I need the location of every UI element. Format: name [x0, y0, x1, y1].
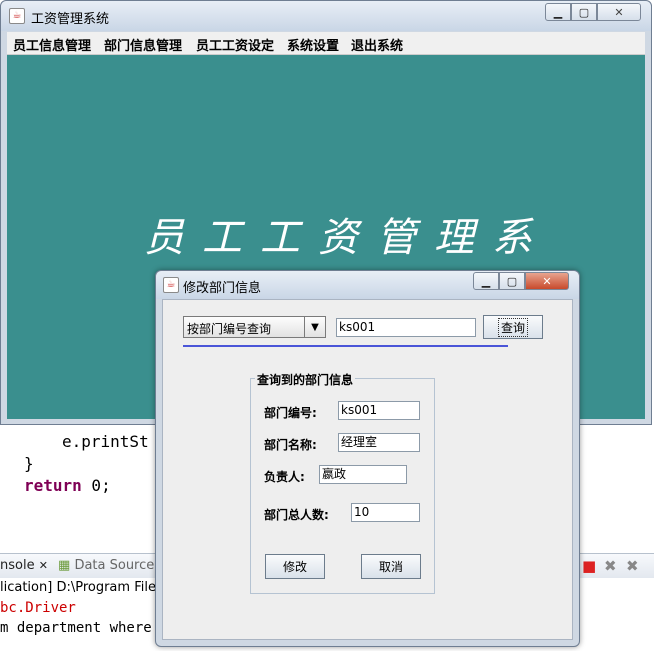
main-titlebar[interactable]: ☕ 工资管理系统 ▁ ▢ ✕: [1, 1, 651, 31]
chevron-down-icon[interactable]: ▼: [304, 317, 325, 337]
window-controls: ▁ ▢ ✕: [545, 3, 641, 21]
menu-salary-setting[interactable]: 员工工资设定: [196, 35, 274, 54]
tab-data-source[interactable]: ▦ Data Source: [58, 558, 154, 573]
java-icon: ☕: [9, 8, 25, 24]
tab-console[interactable]: nsole ✕: [0, 558, 48, 573]
total-staff-label: 部门总人数:: [264, 508, 329, 522]
dept-name-label: 部门名称:: [264, 438, 317, 452]
menu-system-settings[interactable]: 系统设置: [287, 35, 339, 54]
minimize-icon: ▁: [481, 274, 491, 288]
maximize-button[interactable]: ▢: [499, 272, 525, 290]
remove-launch-icon[interactable]: ✖: [604, 557, 617, 575]
manager-field[interactable]: 嬴政: [319, 465, 407, 484]
dept-id-label: 部门编号:: [264, 406, 317, 420]
total-staff-field[interactable]: 10: [351, 503, 420, 522]
dialog-title: 修改部门信息: [183, 281, 262, 296]
minimize-button[interactable]: ▁: [473, 272, 499, 290]
search-mode-value: 按部门编号查询: [187, 322, 272, 336]
close-icon: ✕: [542, 274, 552, 288]
console-line: bc.Driver: [0, 600, 76, 616]
close-button[interactable]: ✕: [597, 3, 641, 21]
minimize-button[interactable]: ▁: [545, 3, 571, 21]
menu-exit[interactable]: 退出系统: [351, 35, 403, 54]
department-info-group: 查询到的部门信息 部门编号: ks001 部门名称: 经理室 负责人: 嬴政 部…: [250, 371, 435, 594]
console-line: m department where: [0, 620, 152, 636]
code-line: return 0;: [24, 476, 111, 495]
console-line: lication] D:\Program Files\: [0, 580, 168, 595]
dialog-content: 按部门编号查询 ▼ ks001 查询 查询到的部门信息 部门编号: ks001 …: [162, 299, 573, 640]
remove-all-icon[interactable]: ✖: [626, 557, 639, 575]
search-mode-select[interactable]: 按部门编号查询 ▼: [183, 316, 326, 338]
maximize-button[interactable]: ▢: [571, 3, 597, 21]
menu-department-info[interactable]: 部门信息管理: [104, 35, 182, 54]
dept-id-field[interactable]: ks001: [338, 401, 420, 420]
close-button[interactable]: ✕: [525, 272, 569, 290]
window-title: 工资管理系统: [31, 12, 110, 27]
database-icon: ▦: [58, 558, 71, 573]
group-title: 查询到的部门信息: [255, 371, 356, 388]
modify-button[interactable]: 修改: [265, 554, 325, 579]
query-button-label: 查询: [497, 317, 528, 337]
code-keyword: return: [24, 476, 82, 495]
terminate-icon[interactable]: ■: [582, 557, 596, 575]
search-input[interactable]: ks001: [336, 318, 476, 337]
manager-label: 负责人:: [264, 470, 305, 484]
cancel-button[interactable]: 取消: [361, 554, 421, 579]
menu-employee-info[interactable]: 员工信息管理: [13, 35, 91, 54]
tab-data-source-label: Data Source: [74, 558, 155, 573]
close-icon: ✕: [614, 5, 624, 19]
query-button[interactable]: 查询: [483, 315, 543, 339]
tab-console-label: nsole: [0, 558, 35, 573]
code-line: e.printSt: [62, 432, 149, 451]
dialog-window-controls: ▁ ▢ ✕: [473, 272, 569, 290]
x-close-icon[interactable]: ✕: [39, 559, 48, 572]
menu-bar: 员工信息管理 部门信息管理 员工工资设定 系统设置 退出系统: [7, 32, 645, 55]
code-line: }: [24, 454, 34, 473]
modify-department-dialog: ☕ 修改部门信息 ▁ ▢ ✕ 按部门编号查询 ▼ ks001 查询 查询到的部门…: [155, 270, 580, 647]
separator-line: [183, 345, 508, 347]
maximize-icon: ▢: [578, 5, 590, 19]
minimize-icon: ▁: [553, 5, 563, 19]
java-icon: ☕: [163, 277, 179, 293]
dialog-titlebar[interactable]: ☕ 修改部门信息 ▁ ▢ ✕: [156, 271, 579, 299]
code-text: 0;: [81, 476, 111, 495]
dept-name-field[interactable]: 经理室: [338, 433, 420, 452]
maximize-icon: ▢: [506, 274, 518, 288]
